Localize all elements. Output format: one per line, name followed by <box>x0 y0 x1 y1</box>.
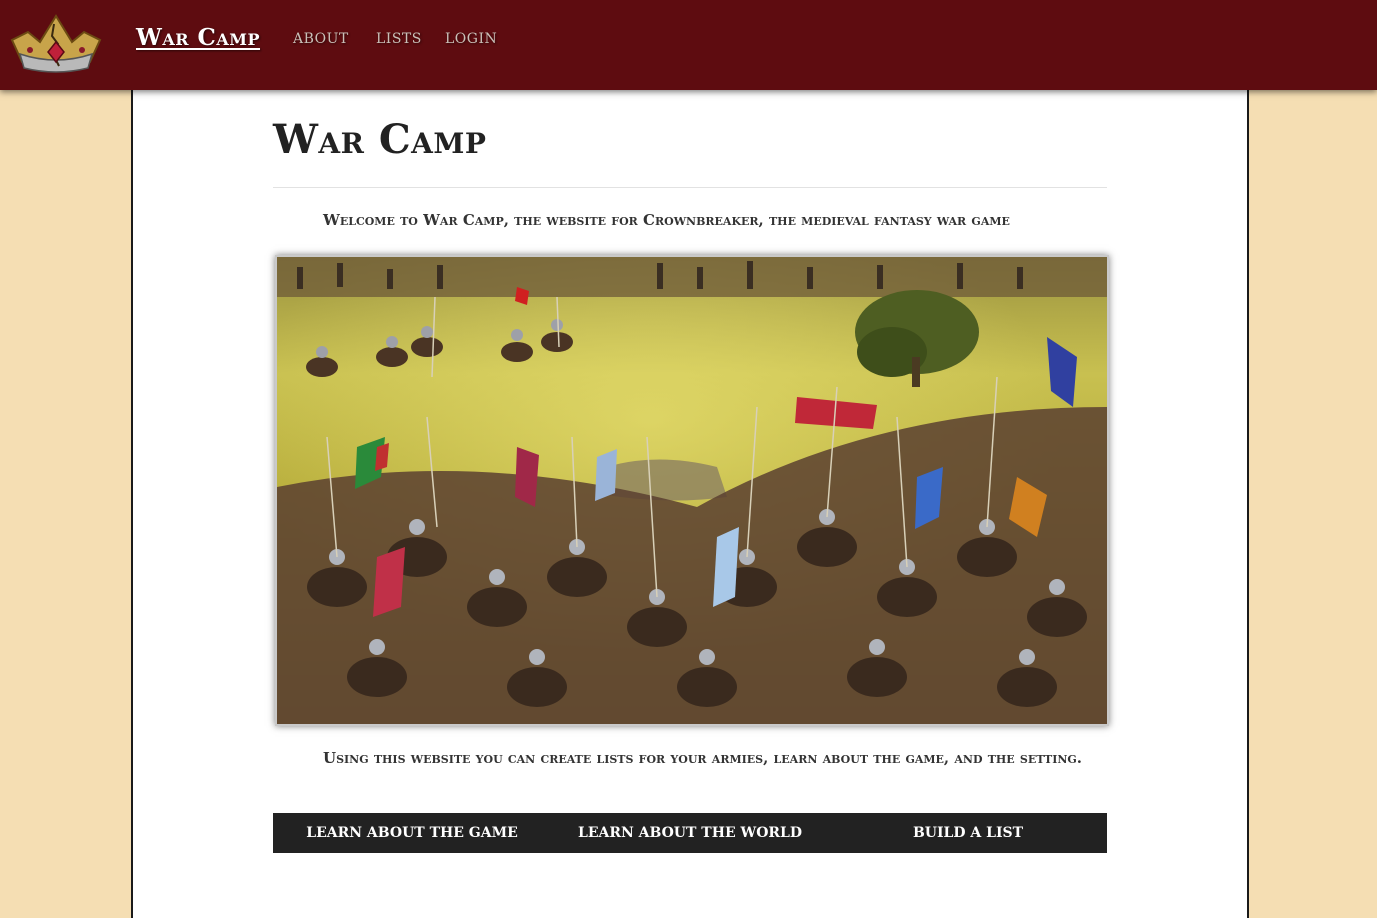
learn-game-button[interactable]: LEARN ABOUT THE GAME <box>273 813 551 853</box>
intro-text: Using this website you can create lists … <box>323 749 1083 767</box>
build-list-button[interactable]: BUILD A LIST <box>829 813 1107 853</box>
nav-lists-link[interactable]: LISTS <box>376 31 422 47</box>
brand-link[interactable]: War Camp <box>136 24 260 51</box>
nav-about-link[interactable]: ABOUT <box>293 31 349 47</box>
battle-scene-image <box>275 255 1109 726</box>
top-navbar: War Camp ABOUT LISTS LOGIN <box>0 0 1377 90</box>
welcome-text: Welcome to War Camp, the website for Cro… <box>323 211 1010 229</box>
action-button-bar: LEARN ABOUT THE GAME LEARN ABOUT THE WOR… <box>273 813 1107 853</box>
nav-login-link[interactable]: LOGIN <box>445 31 497 47</box>
crown-icon[interactable] <box>6 10 106 74</box>
learn-world-button[interactable]: LEARN ABOUT THE WORLD <box>551 813 829 853</box>
title-divider <box>273 187 1107 188</box>
page-title: War Camp <box>273 116 487 163</box>
